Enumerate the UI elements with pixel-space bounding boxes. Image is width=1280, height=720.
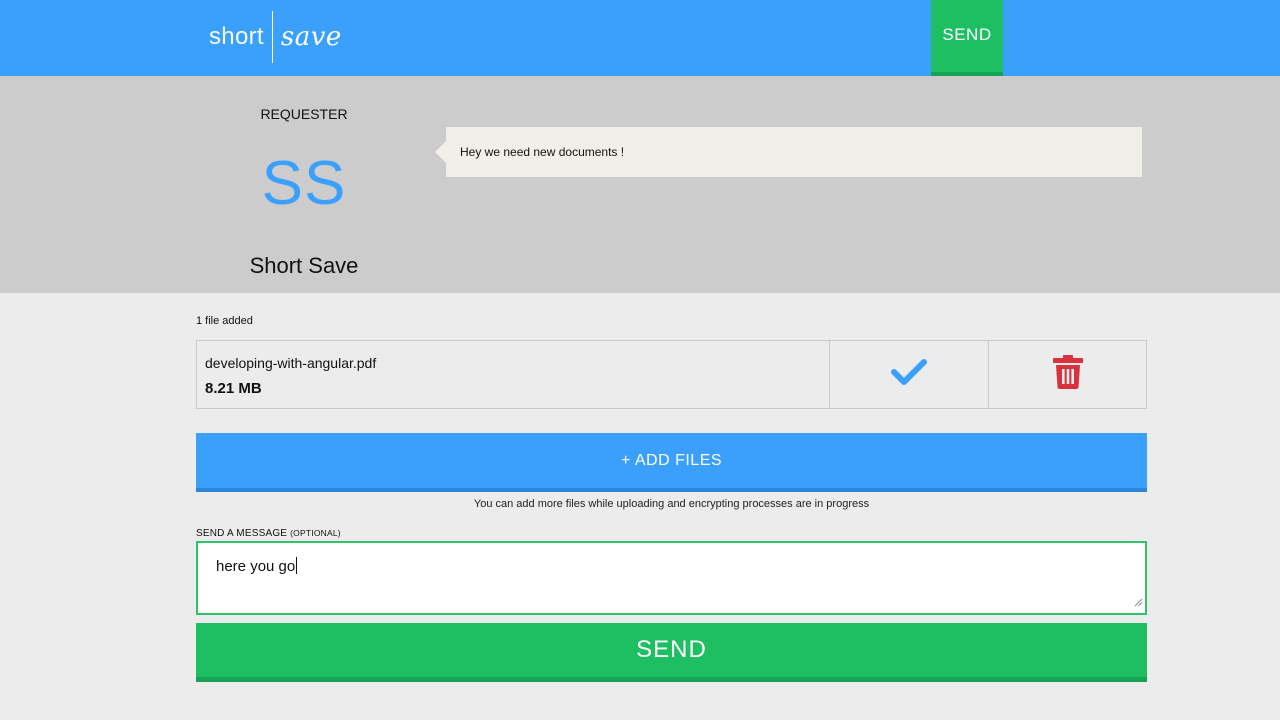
file-row: developing-with-angular.pdf 8.21 MB xyxy=(196,340,1147,409)
message-label: SEND A MESSAGE (OPTIONAL) xyxy=(196,528,341,539)
delete-file-button[interactable] xyxy=(989,341,1146,408)
check-icon xyxy=(891,358,927,391)
send-button[interactable]: SEND xyxy=(196,623,1147,682)
message-textarea[interactable]: here you go xyxy=(196,541,1147,615)
top-bar: short save SEND xyxy=(0,0,1280,76)
file-status-cell xyxy=(830,341,989,408)
requester-panel: REQUESTER SS Short Save Hey we need new … xyxy=(0,76,1280,293)
requester-label: REQUESTER xyxy=(260,106,348,122)
resize-handle-icon[interactable] xyxy=(1134,594,1143,611)
requester-message-bubble: Hey we need new documents ! xyxy=(435,127,1142,177)
logo-short-text: short xyxy=(209,23,264,50)
add-files-button[interactable]: + ADD FILES xyxy=(196,433,1147,492)
logo-save-text: save xyxy=(280,22,342,52)
trash-icon xyxy=(1052,354,1084,395)
requester-name: Short Save xyxy=(249,253,359,278)
file-size: 8.21 MB xyxy=(205,380,262,397)
message-optional-label: (OPTIONAL) xyxy=(290,528,341,538)
requester-message-text: Hey we need new documents ! xyxy=(460,145,625,159)
files-count: 1 file added xyxy=(196,315,253,327)
file-info: developing-with-angular.pdf 8.21 MB xyxy=(197,341,830,408)
add-files-hint: You can add more files while uploading a… xyxy=(473,498,870,510)
text-cursor xyxy=(296,557,298,574)
logo-divider xyxy=(271,11,273,63)
header-send-button[interactable]: SEND xyxy=(931,0,1003,76)
message-text: here you go xyxy=(216,558,296,575)
logo[interactable]: short save xyxy=(209,10,342,64)
requester-avatar: SS xyxy=(261,149,347,218)
message-label-text: SEND A MESSAGE xyxy=(196,528,288,539)
file-name: developing-with-angular.pdf xyxy=(205,355,377,371)
